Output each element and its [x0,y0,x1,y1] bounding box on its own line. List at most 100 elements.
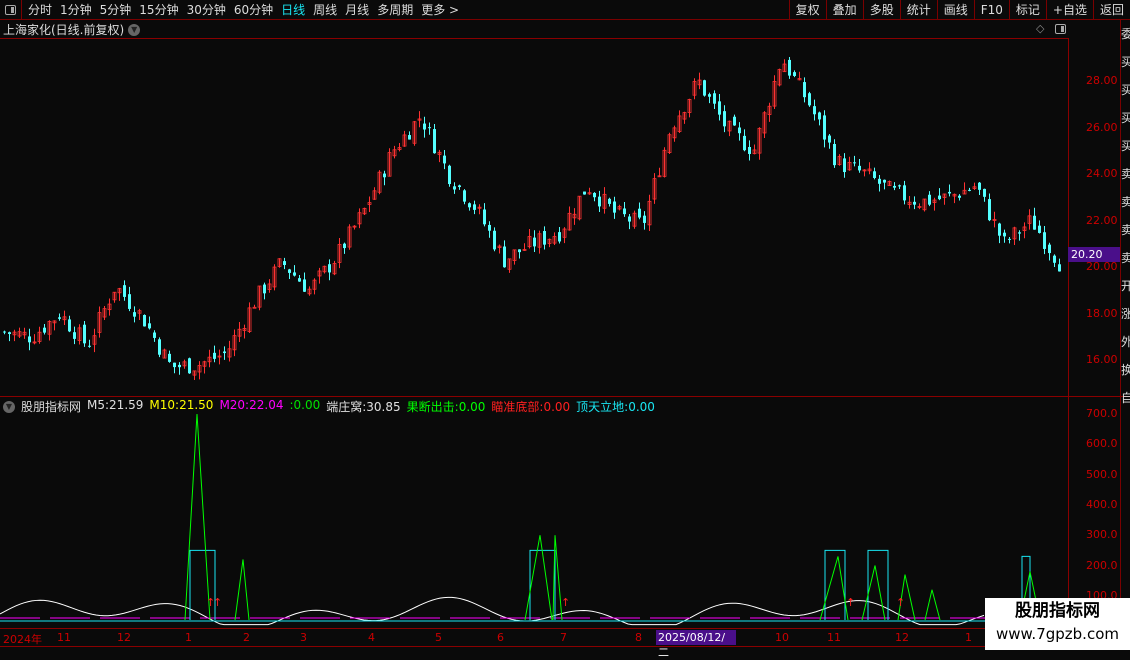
candle-body [948,191,951,194]
candle-body [423,123,426,130]
price-tick: 28.00 [1086,74,1118,87]
candle-body [808,93,811,106]
signal-block [189,549,216,620]
x-axis-label: 1 [965,631,972,644]
candle-body [913,201,916,205]
up-arrow-icon: ↑ [213,596,222,609]
candle-body [638,208,641,218]
candle-body [1048,244,1051,254]
x-axis-label: 6 [497,631,504,644]
indicator-label: 瞄准底部: [491,400,544,414]
candle-body [263,284,266,294]
indicator-series: ↑↑ ↑ ↑ ↑ [0,413,1068,626]
candle-body [503,246,506,268]
candle-body [723,111,726,127]
candle-body [803,82,806,98]
candle-body [858,165,861,171]
candle-body [1018,232,1021,234]
candle-body [213,352,216,359]
candle-body [328,264,331,273]
chart-canvas[interactable]: ↑↑ ↑ ↑ ↑ [0,0,1130,650]
signal-block [824,549,846,620]
indicator-header: ▼ 股朋指标网 M5:21.59 M10:21.50 M20:22.04:0.00 端… [3,398,655,415]
side-panel[interactable]: 委买买买买卖卖卖卖开涨外换自 [1120,20,1130,650]
candle-body [558,232,561,242]
x-axis-label: 2024年 [3,633,42,646]
x-axis-label: 10 [775,631,789,644]
candle-body [743,135,746,151]
candle-body [983,188,986,197]
candle-body [833,144,836,166]
candle-body [628,216,631,222]
indicator-tick: 500.0 [1086,467,1118,481]
candle-body [733,116,736,126]
cursor-date: 2025/08/12/二 [656,630,736,659]
candle-body [998,223,1001,236]
candle-body [1008,238,1011,240]
indicator-number: 0.00 [293,398,321,412]
candle-body [123,285,126,297]
indicator-label: 果断出击: [406,400,459,414]
candle-body [143,314,146,327]
candle-body [1043,232,1046,249]
indicator-tick: 300.0 [1086,528,1118,542]
candle-body [88,345,91,347]
indicator-value: M10:21.50 [149,398,213,415]
indicator-value: 端庄窝:30.85 [326,398,400,415]
candle-body [583,191,586,195]
x-axis-label: 11 [827,631,841,644]
candle-body [43,327,46,333]
candle-body [408,135,411,140]
candle-body [173,362,176,368]
candle-body [463,190,466,202]
up-arrow-icon: ↑ [896,596,905,609]
indicator-number: 0.00 [458,400,486,414]
candle-body [898,185,901,187]
price-tick: 22.00 [1086,213,1118,227]
indicator-name[interactable]: 股朋指标网 [21,398,81,415]
candle-body [153,332,156,338]
candle-body [978,182,981,190]
candle-body [433,129,436,154]
candle-body [928,194,931,205]
candle-body [598,196,601,207]
candle-body [813,106,816,115]
candle-body [428,127,431,129]
x-axis-label: 11 [57,631,71,644]
indicator-number: 21.59 [109,398,144,412]
candle-body [468,203,471,208]
indicator-tick: 200.0 [1086,558,1118,572]
candle-body [383,173,386,178]
candle-body [448,165,451,185]
x-axis-label: 12 [895,631,909,644]
signal-spike [924,589,941,621]
x-axis-label: 3 [300,631,307,644]
x-axis-label: 8 [635,631,642,644]
signal-block [529,549,556,620]
indicator-number: 30.85 [366,400,401,414]
price-tick: 20.00 [1086,260,1118,273]
indicator-label: 顶天立地: [576,400,629,414]
candle-body [873,171,876,178]
candle-body [283,261,286,266]
candle-body [613,201,616,213]
side-char: 买 [1121,76,1130,104]
candle-body [288,269,291,273]
candle-body [158,339,161,355]
chevron-down-icon[interactable]: ▼ [3,400,15,413]
candle-body [3,331,6,333]
candle-body [718,101,721,115]
signal-block [867,549,889,620]
candle-body [473,204,476,210]
side-char: 委 [1121,20,1130,48]
candle-body [73,332,76,339]
signal-spike [184,413,211,621]
side-char: 卖 [1121,188,1130,216]
candle-body [453,186,456,190]
candle-body [8,332,11,334]
candle-body [883,179,886,183]
candle-body [483,209,486,225]
candle-body [738,127,741,134]
candle-body [1058,264,1061,272]
price-tick: 24.00 [1086,167,1118,180]
